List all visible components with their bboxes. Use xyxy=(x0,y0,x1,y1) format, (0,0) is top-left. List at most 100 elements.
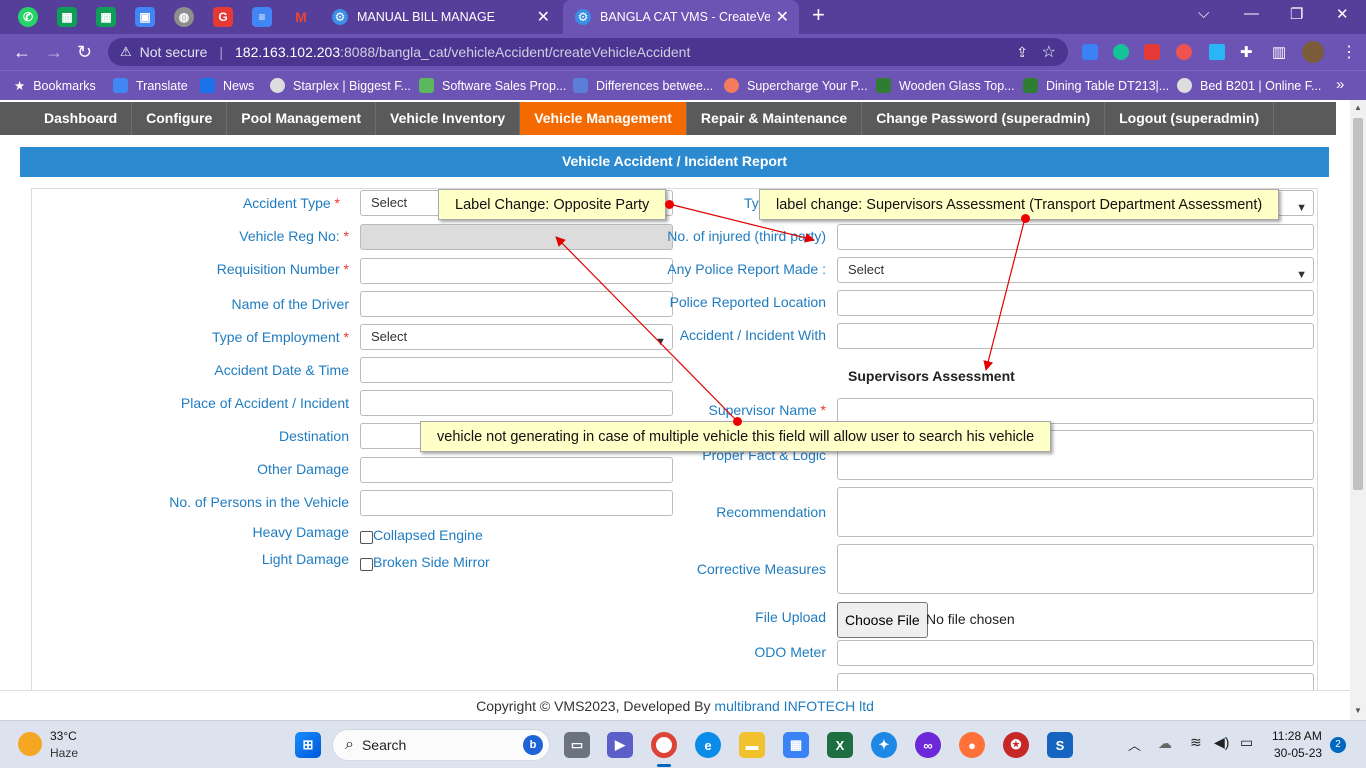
notification-badge[interactable]: 2 xyxy=(1330,737,1346,753)
clock-date[interactable]: 30-05-23 xyxy=(1274,746,1322,760)
menu-dashboard[interactable]: Dashboard xyxy=(30,102,133,135)
scrollbar-thumb[interactable] xyxy=(1353,118,1363,490)
recommendation-textarea[interactable] xyxy=(837,487,1314,537)
sheets-pinned-tab-icon-2[interactable]: ▦ xyxy=(96,7,116,27)
chrome-icon[interactable] xyxy=(651,732,677,758)
back-arrow-icon[interactable]: ← xyxy=(13,42,31,63)
collapsed-engine-checkbox[interactable] xyxy=(360,531,373,544)
teams-icon[interactable]: ▶ xyxy=(607,732,633,758)
windows-start-icon[interactable]: ⊞ xyxy=(295,732,321,758)
menu-pool-management[interactable]: Pool Management xyxy=(227,102,377,135)
url-bar[interactable]: ⚠ Not secure | 182.163.102.203:8088/bang… xyxy=(108,38,1068,66)
globe-pinned-tab-icon[interactable]: ◍ xyxy=(174,7,194,27)
bookmark-item[interactable]: Supercharge Your P... xyxy=(724,78,868,93)
annotation-dot xyxy=(733,417,742,426)
weather-icon[interactable] xyxy=(18,732,42,756)
broken-mirror-checkbox[interactable] xyxy=(360,558,373,571)
scroll-down-icon[interactable]: ▼ xyxy=(1354,706,1362,715)
collapsed-engine-label: Collapsed Engine xyxy=(373,527,483,543)
accident-datetime-input[interactable] xyxy=(360,357,673,383)
google-pinned-tab-icon[interactable]: G xyxy=(213,7,233,27)
menu-repair-maintenance[interactable]: Repair & Maintenance xyxy=(687,102,863,135)
place-input[interactable] xyxy=(360,390,673,416)
vpn-icon[interactable]: ∞ xyxy=(915,732,941,758)
store-icon[interactable]: ▦ xyxy=(783,732,809,758)
bookmark-item[interactable]: Differences betwee... xyxy=(573,78,713,93)
menu-vehicle-inventory[interactable]: Vehicle Inventory xyxy=(376,102,521,135)
bookmark-item[interactable]: Wooden Glass Top... xyxy=(876,78,1015,93)
driver-name-input[interactable] xyxy=(360,291,673,317)
bookmark-item[interactable]: Translate xyxy=(113,78,188,93)
grammarly-icon[interactable] xyxy=(1113,44,1129,60)
share-icon[interactable]: ⇪ xyxy=(1016,44,1028,61)
scroll-up-icon[interactable]: ▲ xyxy=(1354,103,1362,112)
onedrive-icon[interactable]: ☁ xyxy=(1158,735,1172,752)
file-explorer-icon[interactable]: ▬ xyxy=(739,732,765,758)
bookmark-item[interactable]: Dining Table DT213|... xyxy=(1023,78,1169,93)
whatsapp-pinned-tab-icon[interactable]: ✆ xyxy=(18,7,38,27)
more-bookmarks-icon[interactable]: » xyxy=(1336,76,1344,93)
extension-icon-2[interactable] xyxy=(1176,44,1192,60)
clock-time[interactable]: 11:28 AM xyxy=(1272,729,1322,743)
puzzle-icon[interactable]: ✚ xyxy=(1240,43,1253,61)
reload-icon[interactable]: ↻ xyxy=(77,42,92,63)
window-close-button[interactable]: ✕ xyxy=(1336,5,1349,23)
app-icon[interactable]: ✦ xyxy=(871,732,897,758)
injured-input[interactable] xyxy=(837,224,1314,250)
extension-icon-3[interactable] xyxy=(1209,44,1225,60)
app-icon-3[interactable]: S xyxy=(1047,732,1073,758)
forward-arrow-icon[interactable]: → xyxy=(45,42,63,63)
volume-icon[interactable]: ◀) xyxy=(1214,734,1229,751)
bookmark-item[interactable]: Software Sales Prop... xyxy=(419,78,566,93)
firefox-icon[interactable]: ● xyxy=(959,732,985,758)
menu-logout[interactable]: Logout (superadmin) xyxy=(1105,102,1275,135)
adblock-icon[interactable] xyxy=(1144,44,1160,60)
extension-icon[interactable] xyxy=(1082,44,1098,60)
gmail-pinned-tab-icon[interactable]: M xyxy=(291,7,311,27)
persons-input[interactable] xyxy=(360,490,673,516)
menu-change-password[interactable]: Change Password (superadmin) xyxy=(862,102,1106,135)
new-tab-button[interactable]: + xyxy=(812,2,825,28)
sidebar-icon[interactable]: ▥ xyxy=(1272,43,1286,61)
minimize-button[interactable]: — xyxy=(1244,5,1259,22)
restore-button[interactable]: ❐ xyxy=(1290,5,1303,23)
wifi-icon[interactable]: ≋ xyxy=(1190,734,1202,751)
excel-icon[interactable]: X xyxy=(827,732,853,758)
chevron-down-icon[interactable]: ⌵ xyxy=(1198,5,1209,22)
close-icon[interactable]: ✕ xyxy=(537,7,550,27)
chevron-up-icon[interactable]: ︿ xyxy=(1128,735,1141,754)
calendar-pinned-tab-icon[interactable]: ▣ xyxy=(135,7,155,27)
tab-create-vehicle-accident[interactable]: ⚙ BANGLA CAT VMS - CreateVehicl ✕ xyxy=(563,0,799,34)
battery-icon[interactable]: ▭ xyxy=(1240,734,1253,751)
bing-icon[interactable]: b xyxy=(523,735,543,755)
employment-type-select[interactable]: Select ▼ xyxy=(360,324,673,350)
star-icon[interactable]: ☆ xyxy=(1042,42,1056,62)
avatar[interactable] xyxy=(1302,41,1324,63)
docs-pinned-tab-icon[interactable]: ≡ xyxy=(252,7,272,27)
bookmark-item[interactable]: Bed B201 | Online F... xyxy=(1177,78,1321,93)
vehicle-reg-input[interactable] xyxy=(360,224,673,250)
accident-with-input[interactable] xyxy=(837,323,1314,349)
page-scrollbar[interactable]: ▲ ▼ xyxy=(1350,100,1366,720)
close-icon[interactable]: ✕ xyxy=(776,7,789,27)
bookmark-item[interactable]: ★ Bookmarks xyxy=(14,78,96,94)
menu-configure[interactable]: Configure xyxy=(132,102,228,135)
developer-link[interactable]: multibrand INFOTECH ltd xyxy=(714,698,873,714)
police-report-select[interactable]: Select ▼ xyxy=(837,257,1314,283)
menu-vehicle-management[interactable]: Vehicle Management xyxy=(520,102,687,135)
requisition-input[interactable] xyxy=(360,258,673,284)
bookmark-item[interactable]: Starplex | Biggest F... xyxy=(270,78,411,93)
odo-meter-input[interactable] xyxy=(837,640,1314,666)
other-damage-input[interactable] xyxy=(360,457,673,483)
tab-manual-bill[interactable]: ⚙ MANUAL BILL MANAGE ✕ xyxy=(320,0,560,34)
kebab-menu-icon[interactable]: ⋮ xyxy=(1341,42,1357,62)
taskbar-search[interactable]: ⌕ Search b xyxy=(332,729,550,761)
sheets-pinned-tab-icon[interactable]: ▦ xyxy=(57,7,77,27)
app-icon-2[interactable]: ✪ xyxy=(1003,732,1029,758)
edge-icon[interactable]: e xyxy=(695,732,721,758)
bookmark-item[interactable]: News xyxy=(200,78,254,93)
police-location-input[interactable] xyxy=(837,290,1314,316)
task-view-icon[interactable]: ▭ xyxy=(564,732,590,758)
corrective-measures-textarea[interactable] xyxy=(837,544,1314,594)
choose-file-button[interactable]: Choose File xyxy=(837,602,928,638)
